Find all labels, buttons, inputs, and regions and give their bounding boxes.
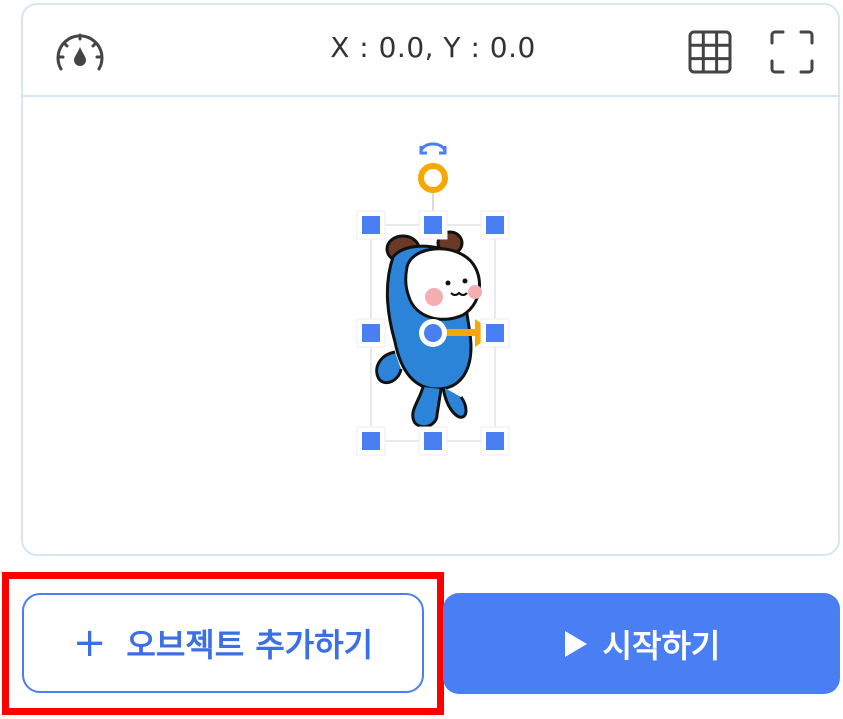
grid-icon[interactable] bbox=[687, 29, 733, 75]
stage-panel: X : 0.0, Y : 0.0 bbox=[21, 3, 840, 556]
coordinates-readout: X : 0.0, Y : 0.0 bbox=[330, 31, 536, 64]
plus-icon: + bbox=[72, 620, 107, 666]
start-label: 시작하기 bbox=[602, 626, 721, 665]
speedometer-icon[interactable] bbox=[53, 27, 107, 75]
fullscreen-icon[interactable] bbox=[769, 29, 815, 75]
rotation-handle[interactable] bbox=[418, 142, 448, 193]
stage-canvas[interactable] bbox=[23, 97, 838, 554]
add-object-button[interactable]: + 오브젝트 추가하기 bbox=[22, 593, 424, 693]
add-object-label: 오브젝트 추가하기 bbox=[126, 626, 374, 664]
start-button[interactable]: 시작하기 bbox=[443, 593, 840, 694]
center-pivot-handle[interactable] bbox=[419, 319, 447, 347]
stage-header: X : 0.0, Y : 0.0 bbox=[23, 5, 838, 97]
play-icon bbox=[564, 630, 587, 657]
